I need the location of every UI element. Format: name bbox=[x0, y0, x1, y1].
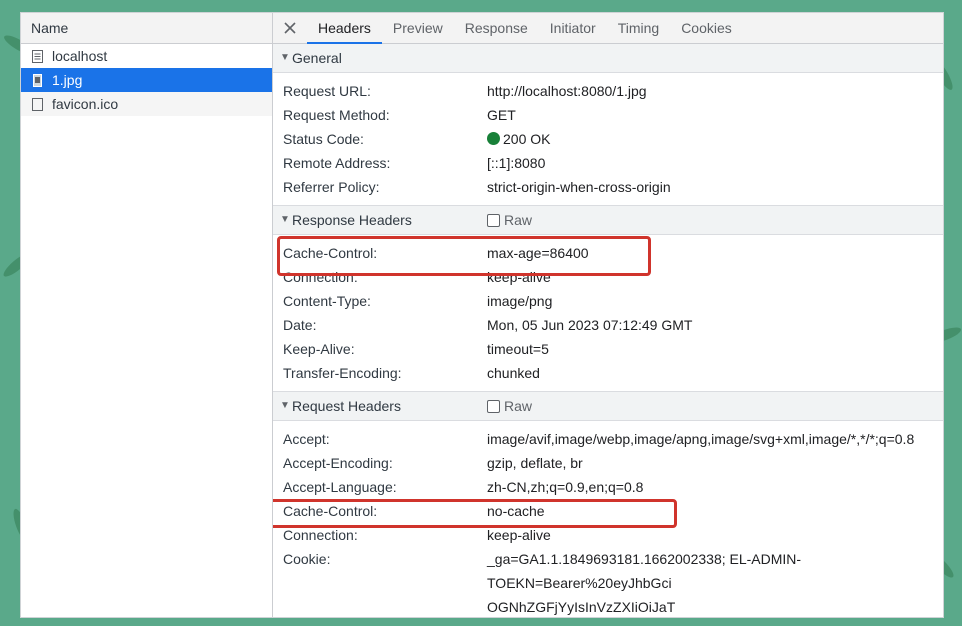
tab-initiator[interactable]: Initiator bbox=[539, 13, 607, 43]
header-key: Cache-Control: bbox=[283, 245, 378, 261]
header-value: no-cache bbox=[487, 503, 545, 519]
close-icon[interactable] bbox=[273, 13, 307, 43]
header-row: Date: Mon, 05 Jun 2023 07:12:49 GMT bbox=[273, 313, 943, 337]
tab-cookies[interactable]: Cookies bbox=[670, 13, 743, 43]
raw-toggle[interactable]: Raw bbox=[487, 392, 532, 420]
header-value: chunked bbox=[487, 365, 540, 381]
raw-checkbox[interactable] bbox=[487, 213, 500, 227]
response-headers-section-header[interactable]: ▼ Response Headers Raw bbox=[273, 205, 943, 235]
header-value: TOEKN=Bearer%20eyJhbGci bbox=[487, 575, 672, 591]
header-row: Accept-Language: zh-CN,zh;q=0.9,en;q=0.8 bbox=[273, 475, 943, 499]
header-value: strict-origin-when-cross-origin bbox=[487, 179, 671, 195]
header-row: Keep-Alive: timeout=5 bbox=[273, 337, 943, 361]
request-row-1jpg[interactable]: 1.jpg bbox=[21, 68, 272, 92]
devtools-network-panel: Name localhost 1.jpg favicon.ico Headers… bbox=[20, 12, 944, 618]
cookie-continuation: TOEKN=Bearer%20eyJhbGci bbox=[273, 571, 943, 595]
expand-triangle-icon: ▼ bbox=[280, 52, 290, 63]
tab-preview[interactable]: Preview bbox=[382, 13, 454, 43]
section-title: Response Headers bbox=[292, 212, 412, 228]
header-row: Connection: keep-alive bbox=[273, 523, 943, 547]
header-key: Accept-Language: bbox=[283, 479, 397, 495]
status-text: 200 OK bbox=[503, 131, 551, 147]
header-value: OGNhZGFjYyIsInVzZXIiOiJaT bbox=[487, 599, 676, 615]
cookie-continuation: OGNhZGFjYyIsInVzZXIiOiJaT bbox=[273, 595, 943, 617]
raw-toggle[interactable]: Raw bbox=[487, 206, 532, 234]
status-ok-dot-icon bbox=[487, 132, 500, 145]
header-value: Mon, 05 Jun 2023 07:12:49 GMT bbox=[487, 317, 693, 333]
expand-triangle-icon: ▼ bbox=[280, 214, 290, 225]
tab-response[interactable]: Response bbox=[454, 13, 539, 43]
details-tabbar: Headers Preview Response Initiator Timin… bbox=[273, 13, 943, 44]
header-row: Cache-Control: max-age=86400 bbox=[273, 241, 943, 265]
header-row: Content-Type: image/png bbox=[273, 289, 943, 313]
request-name: favicon.ico bbox=[52, 96, 119, 112]
request-headers-section-header[interactable]: ▼ Request Headers Raw bbox=[273, 391, 943, 421]
header-value: gzip, deflate, br bbox=[487, 455, 583, 471]
header-key: Request URL: bbox=[283, 83, 371, 99]
image-file-icon bbox=[31, 73, 44, 87]
header-row: Cache-Control: no-cache bbox=[273, 499, 943, 523]
expand-triangle-icon: ▼ bbox=[280, 400, 290, 411]
header-key: Status Code: bbox=[283, 131, 364, 147]
blank-file-icon bbox=[31, 97, 44, 111]
header-row: Request Method: GET bbox=[273, 103, 943, 127]
header-key: Accept: bbox=[283, 431, 330, 447]
header-row: Accept: image/avif,image/webp,image/apng,… bbox=[273, 427, 943, 451]
header-value: keep-alive bbox=[487, 527, 551, 543]
header-key: Date: bbox=[283, 317, 317, 333]
header-row: Cookie: _ga=GA1.1.1849693181.1662002338; … bbox=[273, 547, 943, 571]
header-key: Remote Address: bbox=[283, 155, 391, 171]
header-row: Referrer Policy: strict-origin-when-cross… bbox=[273, 175, 943, 199]
request-name: 1.jpg bbox=[52, 72, 83, 88]
header-value: _ga=GA1.1.1849693181.1662002338; EL-ADMI… bbox=[487, 551, 802, 567]
header-value: [::1]:8080 bbox=[487, 155, 546, 171]
request-list: Name localhost 1.jpg favicon.ico bbox=[21, 13, 273, 617]
header-value: http://localhost:8080/1.jpg bbox=[487, 83, 647, 99]
document-icon bbox=[31, 49, 44, 63]
header-value: zh-CN,zh;q=0.9,en;q=0.8 bbox=[487, 479, 644, 495]
header-value: GET bbox=[487, 107, 516, 123]
section-title: Request Headers bbox=[292, 398, 401, 414]
request-row-favicon[interactable]: favicon.ico bbox=[21, 92, 272, 116]
header-key: Accept-Encoding: bbox=[283, 455, 393, 471]
header-key: Keep-Alive: bbox=[283, 341, 355, 357]
status-value: 200 OK bbox=[487, 127, 550, 151]
raw-label: Raw bbox=[504, 212, 533, 228]
request-name: localhost bbox=[52, 48, 108, 64]
header-key: Connection: bbox=[283, 269, 358, 285]
header-row: Connection: keep-alive bbox=[273, 265, 943, 289]
name-column-header[interactable]: Name bbox=[21, 13, 272, 44]
header-key: Content-Type: bbox=[283, 293, 371, 309]
tab-headers[interactable]: Headers bbox=[307, 13, 382, 44]
header-row: Status Code: 200 OK bbox=[273, 127, 943, 151]
header-row: Transfer-Encoding: chunked bbox=[273, 361, 943, 385]
header-value: image/png bbox=[487, 293, 553, 309]
raw-checkbox[interactable] bbox=[487, 399, 500, 413]
header-key: Connection: bbox=[283, 527, 358, 543]
section-title: General bbox=[292, 50, 342, 66]
header-value: keep-alive bbox=[487, 269, 551, 285]
header-value: max-age=86400 bbox=[487, 245, 589, 261]
header-key: Cookie: bbox=[283, 551, 331, 567]
header-key: Transfer-Encoding: bbox=[283, 365, 402, 381]
header-key: Cache-Control: bbox=[283, 503, 378, 519]
header-value: timeout=5 bbox=[487, 341, 549, 357]
header-key: Referrer Policy: bbox=[283, 179, 380, 195]
header-row: Remote Address: [::1]:8080 bbox=[273, 151, 943, 175]
tab-timing[interactable]: Timing bbox=[607, 13, 671, 43]
raw-label: Raw bbox=[504, 398, 533, 414]
header-row: Accept-Encoding: gzip, deflate, br bbox=[273, 451, 943, 475]
header-row: Request URL: http://localhost:8080/1.jpg bbox=[273, 79, 943, 103]
general-section-header[interactable]: ▼ General bbox=[273, 44, 943, 73]
header-key: Request Method: bbox=[283, 107, 390, 123]
request-details: Headers Preview Response Initiator Timin… bbox=[273, 13, 943, 617]
request-row-localhost[interactable]: localhost bbox=[21, 44, 272, 68]
header-value: image/avif,image/webp,image/apng,image/s… bbox=[487, 431, 915, 447]
